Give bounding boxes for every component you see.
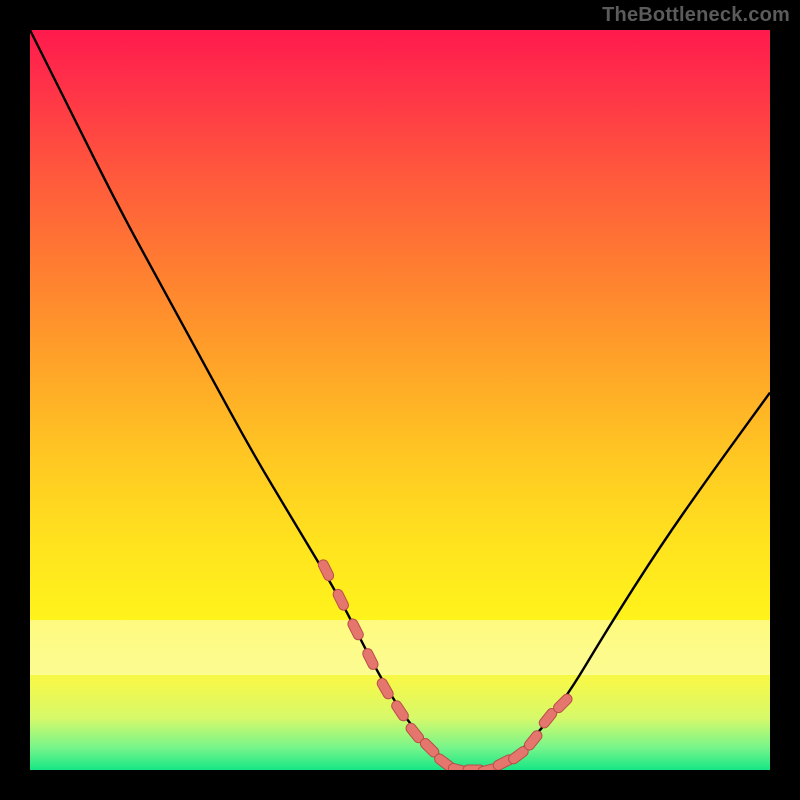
watermark-text: TheBottleneck.com xyxy=(602,4,790,27)
marker-lozenge xyxy=(375,677,395,701)
marker-lozenge xyxy=(551,692,574,715)
chart-frame: TheBottleneck.com xyxy=(0,0,800,800)
marker-layer xyxy=(30,30,770,770)
marker-lozenge xyxy=(522,729,544,752)
marker-lozenge xyxy=(390,699,411,723)
marker-lozenge xyxy=(346,617,365,641)
marker-lozenge xyxy=(317,558,336,582)
marker-lozenge xyxy=(361,647,380,671)
marker-group xyxy=(317,558,575,770)
marker-lozenge xyxy=(331,588,350,612)
